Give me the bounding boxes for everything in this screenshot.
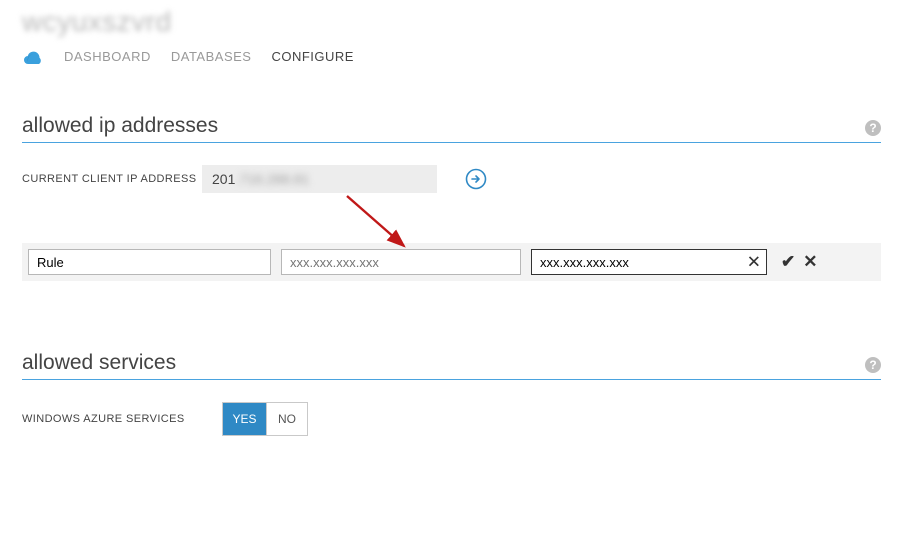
firewall-rule-row: ✕ ✔ ✕ [22,243,881,281]
windows-azure-services-label: WINDOWS AZURE SERVICES [22,413,222,425]
database-server-icon [22,48,44,64]
cancel-rule-icon[interactable]: ✕ [803,252,817,272]
clear-input-icon[interactable]: ✕ [747,254,761,271]
azure-services-toggle: YES NO [222,402,308,436]
section-title-allowed-services: allowed services [22,351,176,375]
azure-services-yes-button[interactable]: YES [223,403,267,435]
tab-databases[interactable]: DATABASES [171,49,252,64]
help-icon[interactable]: ? [865,120,881,136]
rule-start-ip-input[interactable] [281,249,521,275]
current-client-ip-label: CURRENT CLIENT IP ADDRESS [22,173,202,185]
section-divider [22,379,881,380]
current-client-ip-row: CURRENT CLIENT IP ADDRESS 201.716.288.81 [22,165,881,193]
ip-visible-prefix: 201 [212,171,235,187]
tab-configure[interactable]: CONFIGURE [271,49,354,64]
ip-obscured-suffix: .716.288.81 [235,171,309,187]
section-divider [22,142,881,143]
tab-dashboard[interactable]: DASHBOARD [64,49,151,64]
add-client-ip-button[interactable] [465,168,487,190]
current-client-ip-value: 201.716.288.81 [202,165,437,193]
rule-name-input[interactable] [28,249,271,275]
server-name: wcyuxszvrd [22,6,881,38]
rule-end-ip-input[interactable] [531,249,767,275]
tab-bar: DASHBOARD DATABASES CONFIGURE [22,48,881,64]
confirm-rule-icon[interactable]: ✔ [781,252,795,272]
help-icon[interactable]: ? [865,357,881,373]
azure-services-no-button[interactable]: NO [267,403,307,435]
section-title-allowed-ip: allowed ip addresses [22,114,218,138]
